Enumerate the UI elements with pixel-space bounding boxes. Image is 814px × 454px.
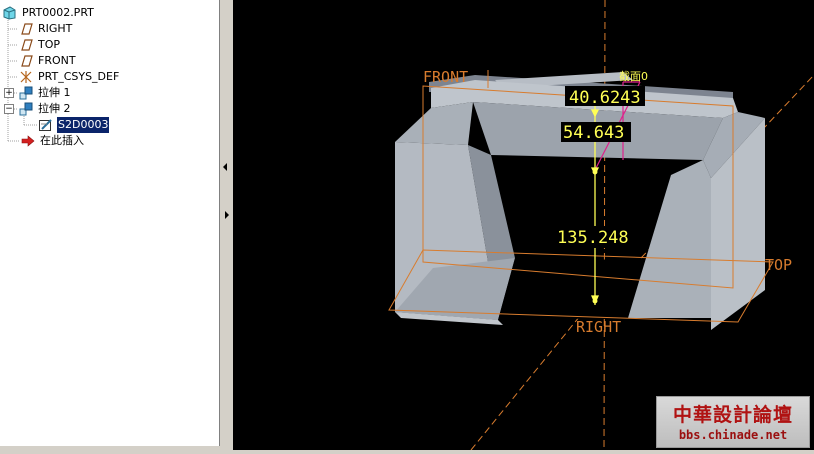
tree-item-csys[interactable]: PRT_CSYS_DEF [18, 69, 120, 85]
watermark-url: bbs.chinade.net [678, 428, 788, 442]
model-tree-panel: PRT0002.PRT RIGHT TOP FRONT PRT_CSYS_DEF… [0, 0, 220, 447]
dimension-text-3: 135.248 [557, 228, 629, 248]
tree-item-label: TOP [38, 38, 61, 51]
tree-item-part[interactable]: PRT0002.PRT [2, 5, 95, 21]
collapse-toggle[interactable]: − [4, 104, 14, 114]
tree-item-label: FRONT [38, 54, 76, 67]
datum-plane-icon [18, 54, 34, 68]
top-datum-label: TOP [765, 256, 792, 274]
datum-axis-vertical [603, 0, 606, 450]
sketch-icon [38, 118, 54, 132]
right-datum-label: RIGHT [576, 318, 621, 336]
tree-item-label: RIGHT [38, 22, 73, 35]
tree-item-label: 拉伸 1 [38, 86, 71, 99]
tree-item-sketch[interactable]: S2D0003 [38, 116, 111, 134]
tree-item-label: S2D0003 [55, 116, 111, 134]
extrude-icon [18, 102, 34, 116]
tree-item-front-plane[interactable]: FRONT [18, 53, 77, 69]
tree-item-label: PRT_CSYS_DEF [38, 70, 120, 83]
extruded-model [395, 72, 765, 330]
dimension-text-2: 54.643 [563, 123, 624, 143]
status-strip [0, 446, 233, 454]
graphics-viewport[interactable]: 40.6243 54.643 135.248 FRONT TOP RIGHT 截… [233, 0, 814, 450]
expand-right-arrow-icon[interactable] [225, 211, 229, 219]
extrude-icon [18, 86, 34, 100]
forum-watermark-logo: 中華設計論壇 bbs.chinade.net [656, 396, 810, 448]
tree-item-right-plane[interactable]: RIGHT [18, 21, 73, 37]
section-label: 截面0 [619, 69, 648, 83]
datum-plane-icon [18, 22, 34, 36]
tree-item-extrude-2[interactable]: 拉伸 2 [18, 101, 72, 117]
tree-item-label: 在此插入 [40, 134, 84, 147]
tree-item-top-plane[interactable]: TOP [18, 37, 61, 53]
insert-here-arrow-icon [20, 134, 36, 148]
datum-plane-icon [18, 38, 34, 52]
expand-toggle[interactable]: + [4, 88, 14, 98]
watermark-title: 中華設計論壇 [672, 404, 793, 426]
dimension-text-1: 40.6243 [569, 88, 641, 108]
panel-splitter[interactable] [220, 0, 233, 454]
tree-item-insert-here[interactable]: 在此插入 [20, 133, 85, 149]
tree-item-label: PRT0002.PRT [22, 6, 94, 19]
collapse-left-arrow-icon[interactable] [223, 163, 227, 171]
model-view[interactable]: 40.6243 54.643 135.248 FRONT TOP RIGHT 截… [233, 0, 814, 450]
part-icon [2, 6, 18, 20]
tree-item-extrude-1[interactable]: 拉伸 1 [18, 85, 72, 101]
tree-item-label: 拉伸 2 [38, 102, 71, 115]
coordinate-system-icon [18, 70, 34, 84]
front-datum-label: FRONT [423, 68, 468, 86]
